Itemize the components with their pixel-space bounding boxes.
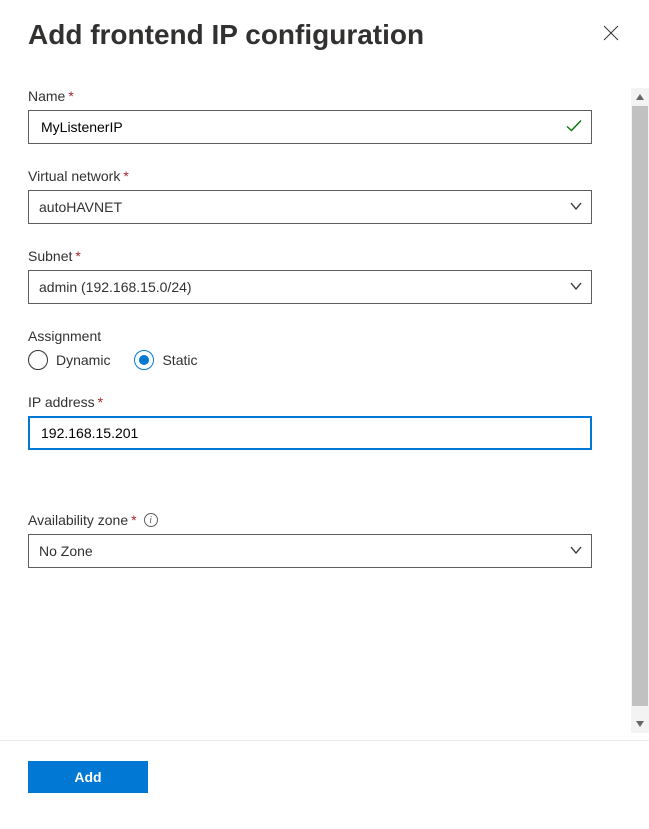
chevron-down-icon	[569, 543, 583, 560]
required-marker: *	[75, 248, 80, 264]
name-label-text: Name	[28, 88, 65, 104]
scroll-down-icon[interactable]	[631, 715, 649, 733]
checkmark-icon	[565, 117, 583, 138]
subnet-label-text: Subnet	[28, 248, 72, 264]
scrollbar[interactable]	[631, 88, 649, 733]
scroll-up-icon[interactable]	[631, 88, 649, 106]
assignment-static-option[interactable]: Static	[134, 350, 197, 370]
page-title: Add frontend IP configuration	[28, 18, 424, 52]
add-button[interactable]: Add	[28, 761, 148, 793]
scroll-thumb[interactable]	[632, 106, 648, 706]
close-button[interactable]	[601, 24, 621, 44]
name-input[interactable]	[39, 118, 581, 136]
subnet-label: Subnet *	[28, 248, 621, 264]
radio-checked-icon	[134, 350, 154, 370]
close-icon	[603, 25, 619, 41]
availability-zone-field-group: Availability zone * i No Zone	[28, 512, 621, 568]
assignment-label: Assignment	[28, 328, 621, 344]
virtual-network-value: autoHAVNET	[39, 199, 122, 215]
required-marker: *	[68, 88, 73, 104]
availability-zone-label-text: Availability zone	[28, 512, 128, 528]
form-content: Name * Virtual network * autoHAVNET	[0, 88, 649, 632]
subnet-select[interactable]: admin (192.168.15.0/24)	[28, 270, 592, 304]
name-label: Name *	[28, 88, 621, 104]
assignment-dynamic-option[interactable]: Dynamic	[28, 350, 110, 370]
assignment-radio-group: Dynamic Static	[28, 350, 621, 370]
radio-unchecked-icon	[28, 350, 48, 370]
chevron-down-icon	[569, 279, 583, 296]
name-field-group: Name *	[28, 88, 621, 144]
assignment-field-group: Assignment Dynamic Static	[28, 328, 621, 370]
ip-address-input[interactable]	[39, 424, 581, 442]
assignment-static-label: Static	[162, 352, 197, 368]
panel-header: Add frontend IP configuration	[0, 0, 649, 52]
ip-address-label-text: IP address	[28, 394, 95, 410]
required-marker: *	[123, 168, 128, 184]
ip-address-field-group: IP address *	[28, 394, 621, 450]
required-marker: *	[131, 512, 136, 528]
virtual-network-label: Virtual network *	[28, 168, 621, 184]
virtual-network-select[interactable]: autoHAVNET	[28, 190, 592, 224]
panel-footer: Add	[0, 741, 649, 829]
virtual-network-field-group: Virtual network * autoHAVNET	[28, 168, 621, 224]
info-icon[interactable]: i	[144, 513, 158, 527]
availability-zone-select[interactable]: No Zone	[28, 534, 592, 568]
ip-address-input-wrapper[interactable]	[28, 416, 592, 450]
required-marker: *	[98, 394, 103, 410]
subnet-value: admin (192.168.15.0/24)	[39, 279, 192, 295]
assignment-dynamic-label: Dynamic	[56, 352, 110, 368]
name-input-wrapper[interactable]	[28, 110, 592, 144]
subnet-field-group: Subnet * admin (192.168.15.0/24)	[28, 248, 621, 304]
chevron-down-icon	[569, 199, 583, 216]
ip-address-label: IP address *	[28, 394, 621, 410]
availability-zone-value: No Zone	[39, 543, 93, 559]
assignment-label-text: Assignment	[28, 328, 101, 344]
availability-zone-label: Availability zone * i	[28, 512, 621, 528]
frontend-ip-config-panel: Add frontend IP configuration Name *	[0, 0, 649, 829]
scroll-area: Name * Virtual network * autoHAVNET	[0, 88, 649, 733]
virtual-network-label-text: Virtual network	[28, 168, 120, 184]
